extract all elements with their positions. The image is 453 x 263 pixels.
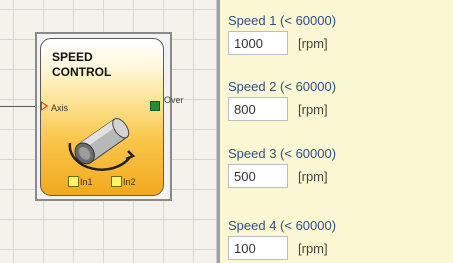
in2-label: In2 <box>123 177 136 187</box>
properties-panel: Speed 1 (< 60000) [rpm] Speed 2 (< 60000… <box>220 0 453 263</box>
speed-3-label: Speed 3 (< 60000) <box>228 146 337 161</box>
speed-1-unit: [rpm] <box>298 35 328 51</box>
block-title: SPEED CONTROL <box>52 50 111 80</box>
speed-4-input[interactable] <box>228 236 288 260</box>
in2-input-port[interactable] <box>111 176 122 187</box>
in1-label: In1 <box>80 177 93 187</box>
speed-1-label: Speed 1 (< 60000) <box>228 13 337 28</box>
speed-1-input[interactable] <box>228 31 288 55</box>
speed-2-group: Speed 2 (< 60000) [rpm] <box>228 80 336 121</box>
axis-input-label: Axis <box>51 103 69 113</box>
speed-1-group: Speed 1 (< 60000) [rpm] <box>228 14 336 55</box>
speed-3-input[interactable] <box>228 164 288 188</box>
speed-2-unit: [rpm] <box>298 101 328 117</box>
over-output-port[interactable] <box>150 101 160 111</box>
speed-2-label: Speed 2 (< 60000) <box>228 79 337 94</box>
speed-2-input[interactable] <box>228 97 288 121</box>
speed-4-label: Speed 4 (< 60000) <box>228 218 337 233</box>
rotating-shaft-icon <box>68 118 136 171</box>
in1-input-port[interactable] <box>68 176 79 187</box>
over-output-label: Over <box>164 95 184 105</box>
speed-4-unit: [rpm] <box>298 240 328 256</box>
speed-3-group: Speed 3 (< 60000) [rpm] <box>228 147 336 188</box>
block-title-line1: SPEED <box>52 50 93 64</box>
speed-4-group: Speed 4 (< 60000) [rpm] <box>228 219 336 260</box>
block-title-line2: CONTROL <box>52 65 112 79</box>
speed-3-unit: [rpm] <box>298 168 328 184</box>
axis-input-port-icon[interactable] <box>41 101 48 111</box>
